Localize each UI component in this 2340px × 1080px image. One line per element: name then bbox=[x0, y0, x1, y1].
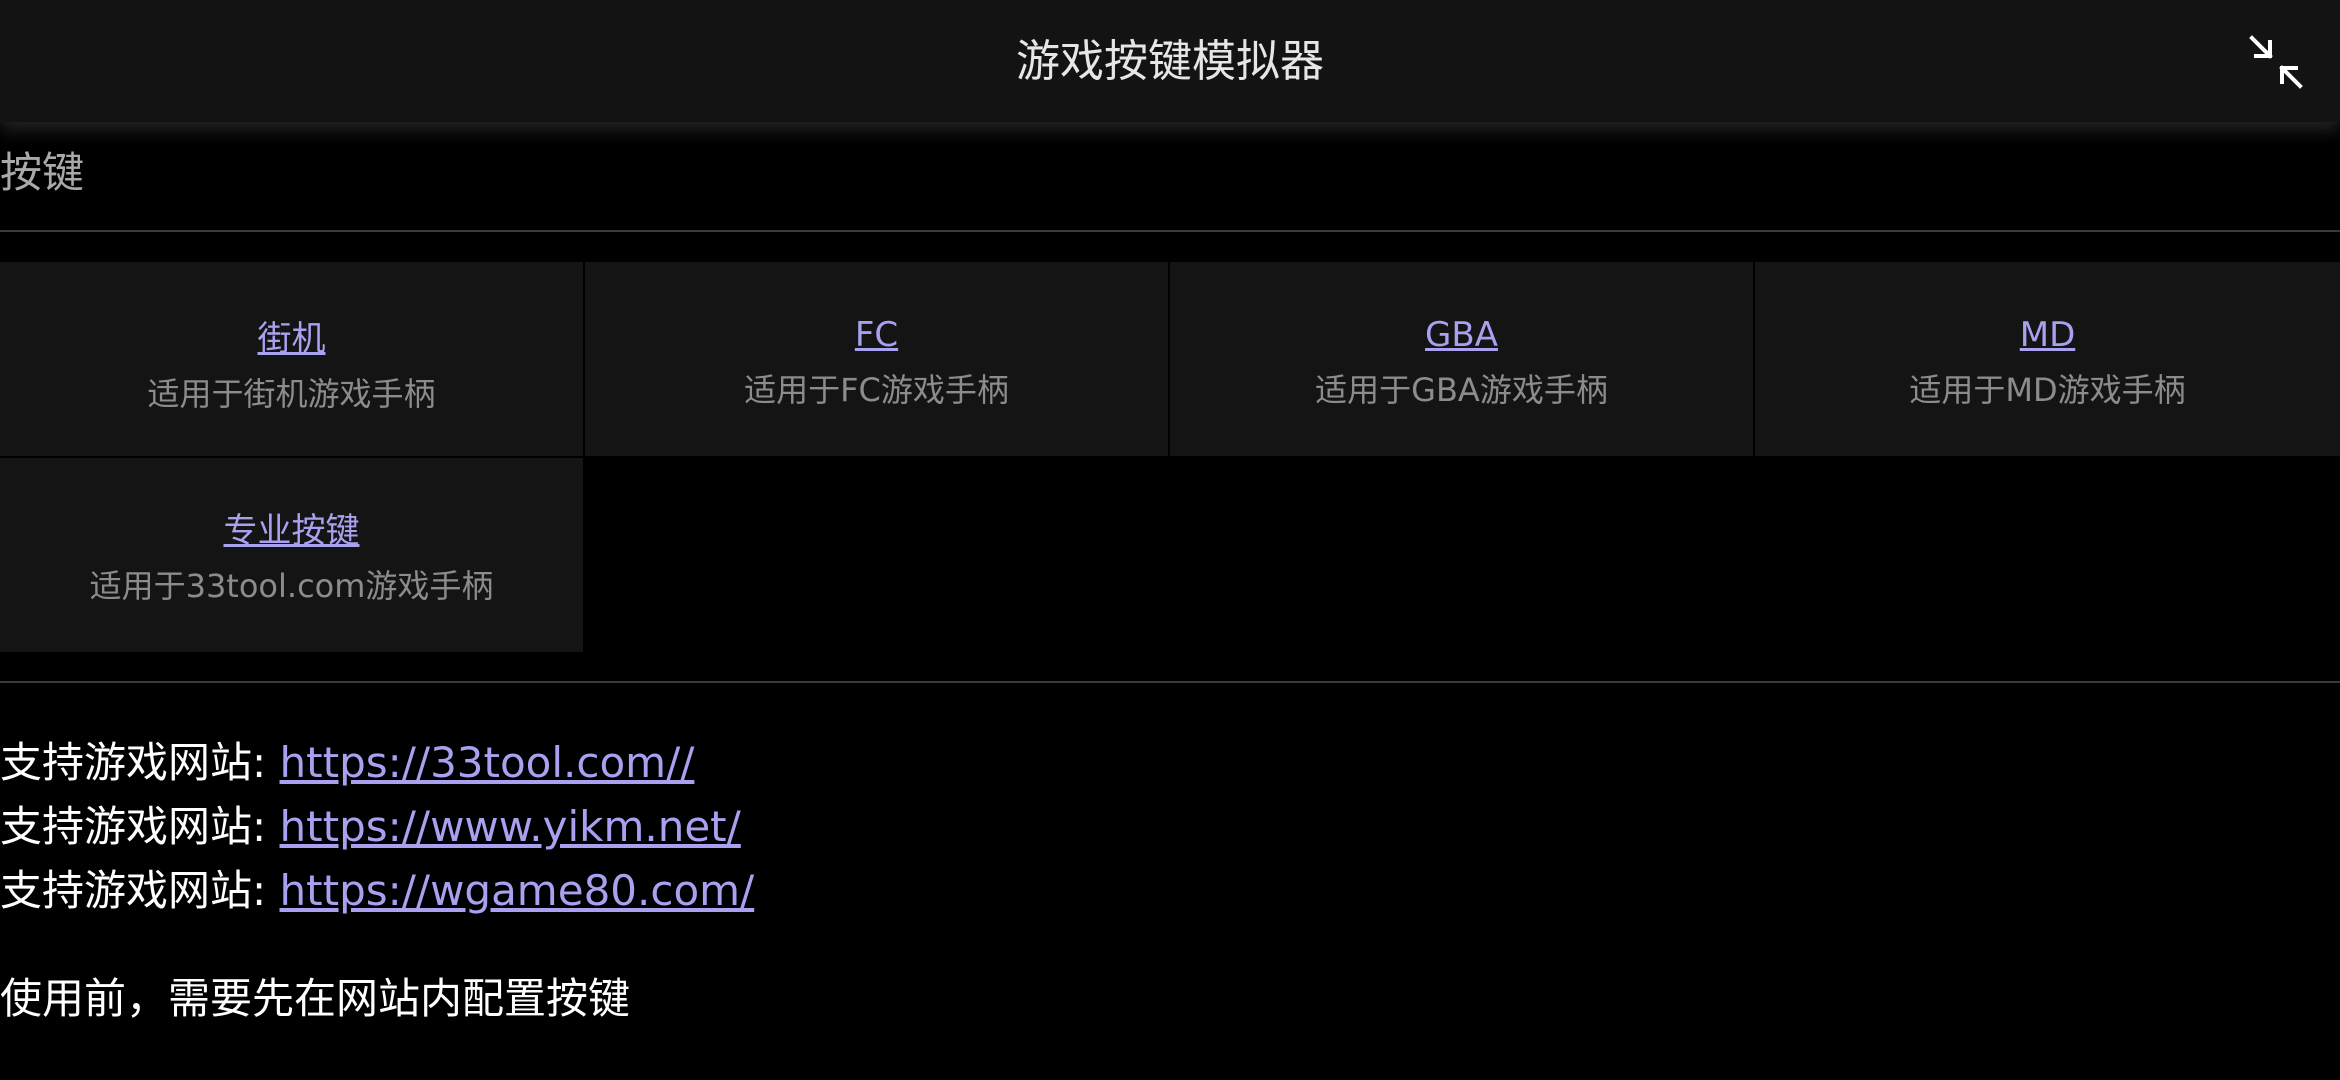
mode-card-arcade[interactable]: 街机 适用于街机游戏手柄 bbox=[0, 262, 583, 456]
mode-link-gba[interactable]: GBA bbox=[1170, 314, 1753, 356]
section-title: 按键 bbox=[0, 148, 85, 197]
mode-desc: 适用于33tool.com游戏手柄 bbox=[89, 567, 494, 605]
mode-link-md[interactable]: MD bbox=[1755, 314, 2340, 356]
mode-desc: 适用于MD游戏手柄 bbox=[1909, 371, 2186, 409]
mode-link-fc[interactable]: FC bbox=[585, 314, 1168, 356]
top-app-bar: 游戏按键模拟器 bbox=[0, 0, 2340, 122]
site-label: 支持游戏网站: bbox=[0, 738, 280, 787]
mode-grid: 街机 适用于街机游戏手柄 FC 适用于FC游戏手柄 GBA 适用于GBA游戏手柄… bbox=[0, 262, 2340, 652]
mode-card-gba[interactable]: GBA 适用于GBA游戏手柄 bbox=[1170, 262, 1753, 456]
mode-desc: 适用于街机游戏手柄 bbox=[147, 375, 436, 413]
mode-desc: 适用于FC游戏手柄 bbox=[744, 371, 1009, 409]
site-label: 支持游戏网站: bbox=[0, 802, 280, 851]
supported-sites-list: 支持游戏网站: https://33tool.com// 支持游戏网站: htt… bbox=[0, 736, 754, 928]
site-row: 支持游戏网站: https://wgame80.com/ bbox=[0, 864, 754, 928]
divider bbox=[0, 681, 2340, 683]
site-label: 支持游戏网站: bbox=[0, 866, 280, 915]
mode-link-pro[interactable]: 专业按键 bbox=[0, 510, 583, 552]
site-link-wgame80[interactable]: https://wgame80.com/ bbox=[280, 866, 755, 915]
app-title: 游戏按键模拟器 bbox=[1016, 36, 1324, 87]
mode-desc: 适用于GBA游戏手柄 bbox=[1315, 371, 1608, 409]
mode-link-arcade[interactable]: 街机 bbox=[0, 318, 583, 360]
usage-note: 使用前，需要先在网站内配置按键 bbox=[0, 974, 631, 1023]
site-row: 支持游戏网站: https://www.yikm.net/ bbox=[0, 800, 754, 864]
site-link-yikm[interactable]: https://www.yikm.net/ bbox=[280, 802, 741, 851]
collapse-arrows-icon[interactable] bbox=[2246, 32, 2306, 92]
site-row: 支持游戏网站: https://33tool.com// bbox=[0, 736, 754, 800]
mode-card-fc[interactable]: FC 适用于FC游戏手柄 bbox=[585, 262, 1168, 456]
mode-card-md[interactable]: MD 适用于MD游戏手柄 bbox=[1755, 262, 2340, 456]
site-link-33tool[interactable]: https://33tool.com// bbox=[280, 738, 695, 787]
divider bbox=[0, 230, 2340, 232]
mode-card-pro[interactable]: 专业按键 适用于33tool.com游戏手柄 bbox=[0, 458, 583, 652]
